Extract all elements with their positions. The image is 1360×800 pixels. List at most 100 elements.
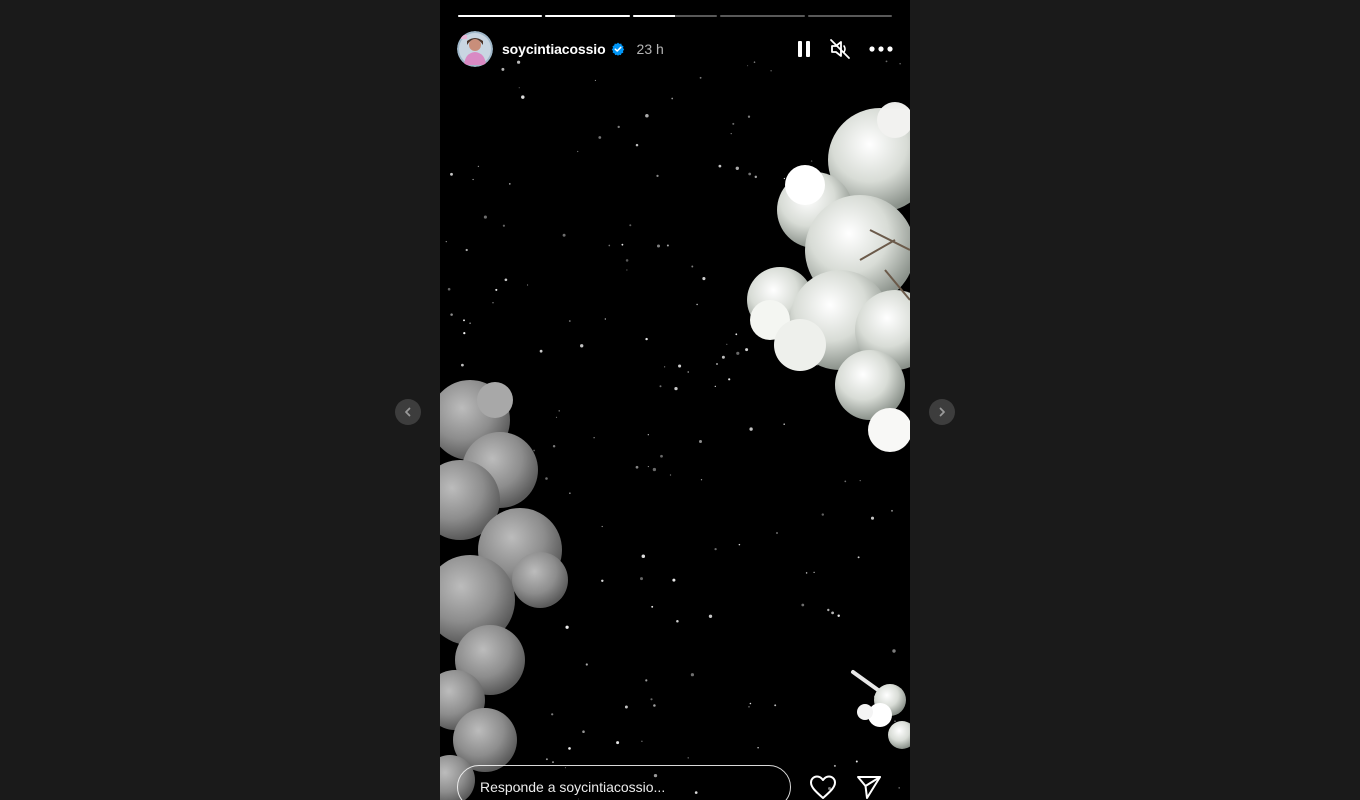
snow-particle — [696, 303, 698, 306]
snow-particle — [645, 679, 648, 682]
share-button[interactable] — [855, 773, 883, 800]
snow-particle — [645, 114, 649, 118]
snow-particle — [844, 480, 847, 483]
snow-particle — [702, 277, 706, 281]
snow-particle — [617, 125, 620, 129]
snow-particle — [463, 331, 466, 335]
snow-particle — [593, 437, 595, 439]
like-button[interactable] — [809, 773, 837, 800]
pause-button[interactable] — [792, 37, 816, 61]
snow-particle — [545, 477, 548, 480]
reply-input[interactable] — [457, 765, 791, 800]
snow-particle — [624, 705, 628, 709]
snow-particle — [635, 465, 639, 469]
snow-particle — [558, 410, 560, 412]
snow-particle — [726, 343, 728, 345]
story-timestamp: 23 h — [636, 41, 664, 57]
snow-particle — [891, 509, 893, 512]
snow-particle — [508, 183, 511, 185]
progress-segment — [545, 15, 630, 17]
snow-particle — [669, 474, 672, 476]
snow-particle — [483, 215, 487, 219]
snow-particle — [625, 259, 629, 262]
progress-segment — [458, 15, 543, 17]
pause-icon — [798, 41, 810, 57]
snow-particle — [827, 608, 830, 612]
profile-picture — [457, 31, 493, 67]
chevron-right-icon — [939, 407, 945, 417]
snow-particle — [810, 160, 813, 162]
snow-particle — [894, 720, 896, 722]
snow-particle — [577, 150, 579, 153]
snow-particle — [748, 706, 750, 708]
snow-particle — [747, 115, 751, 118]
snow-particle — [674, 386, 678, 391]
snow-particle — [728, 378, 731, 381]
snow-particle — [700, 479, 703, 481]
snow-particle — [562, 233, 566, 237]
snow-particle — [601, 579, 604, 583]
heart-outline-icon — [810, 775, 836, 799]
snow-particle — [898, 787, 901, 789]
snow-particle — [568, 747, 571, 750]
snow-particle — [604, 318, 606, 320]
snow-particle — [447, 287, 451, 291]
snow-particle — [502, 224, 505, 227]
snow-particle — [672, 578, 676, 582]
snow-particle — [616, 741, 620, 745]
snow-particle — [718, 164, 722, 168]
snow-particle — [641, 740, 643, 743]
story-controls — [792, 37, 893, 61]
snow-particle — [690, 673, 694, 677]
story-viewer: soycintiacossio 23 h — [0, 0, 1360, 800]
more-options-button[interactable] — [869, 37, 893, 61]
story-header: soycintiacossio 23 h — [457, 31, 893, 67]
snow-particle — [757, 746, 759, 749]
snow-particle — [569, 492, 571, 494]
snow-particle — [676, 620, 679, 623]
snow-particle — [813, 571, 815, 574]
snow-particle — [652, 467, 657, 472]
snow-particle — [855, 760, 858, 763]
snow-particle — [730, 132, 732, 135]
progress-segment — [632, 15, 718, 17]
chevron-left-icon — [405, 407, 411, 417]
snow-particle — [621, 243, 624, 246]
snow-particle — [645, 337, 648, 341]
mute-button[interactable] — [828, 37, 852, 61]
snow-particle — [568, 320, 571, 322]
snow-particle — [831, 611, 834, 615]
snow-particle — [754, 175, 758, 179]
snow-particle — [601, 525, 603, 528]
snow-particle — [870, 516, 875, 520]
snow-particle — [650, 698, 653, 701]
snow-particle — [465, 248, 468, 252]
snow-particle — [450, 172, 453, 176]
snow-particle — [745, 348, 749, 352]
snow-particle — [472, 178, 474, 181]
story-username[interactable]: soycintiacossio — [502, 41, 606, 57]
snow-particle — [504, 278, 508, 282]
previous-story-button[interactable] — [395, 399, 421, 425]
snow-particle — [527, 284, 529, 286]
snow-particle — [492, 302, 494, 304]
story-frame[interactable]: soycintiacossio 23 h — [440, 0, 910, 800]
snow-particle — [656, 174, 659, 178]
snow-particle — [608, 244, 611, 247]
snow-particle — [551, 713, 554, 716]
next-story-button[interactable] — [929, 399, 955, 425]
snow-particle — [580, 344, 584, 348]
snow-particle — [565, 625, 569, 629]
snow-particle — [666, 244, 669, 247]
snow-particle — [774, 704, 777, 707]
more-options-icon — [869, 46, 893, 52]
snow-particle — [687, 371, 689, 373]
snow-particle — [463, 319, 465, 322]
snow-particle — [749, 702, 752, 705]
avatar[interactable] — [457, 31, 493, 67]
snow-particle — [691, 265, 694, 268]
snow-particle — [552, 444, 556, 448]
snow-particle — [699, 440, 702, 443]
snow-particle — [805, 572, 808, 574]
snow-particle — [837, 614, 840, 618]
